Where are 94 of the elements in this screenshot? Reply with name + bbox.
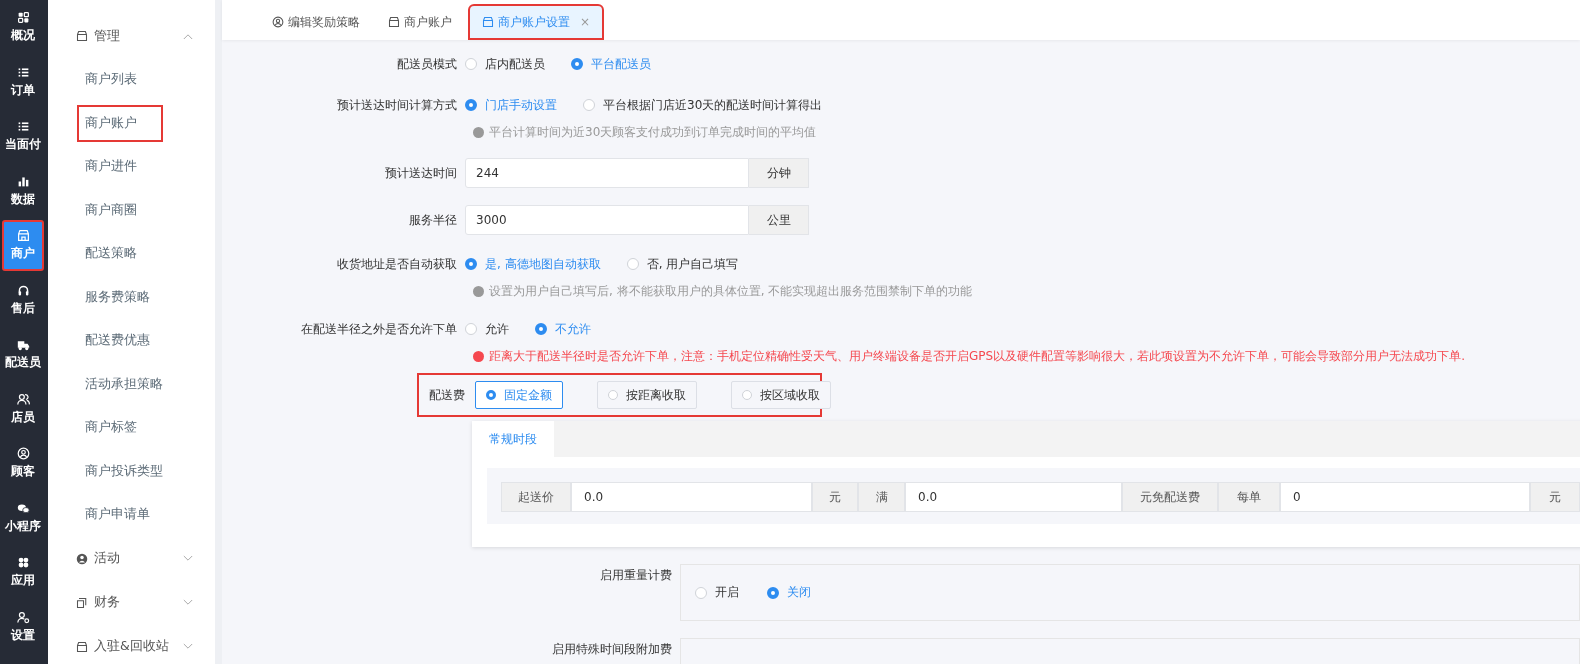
info-icon	[473, 286, 484, 297]
menu-item[interactable]: 商户标签	[77, 409, 145, 447]
menu-item[interactable]: 服务费策略	[77, 278, 158, 316]
field-label: 启用特殊时间段附加费	[551, 641, 673, 658]
menu-item[interactable]: 商户进件	[77, 148, 145, 186]
rail-item[interactable]: 概况	[2, 2, 44, 53]
radio-option[interactable]: 开启	[695, 584, 739, 601]
radio-button[interactable]	[486, 390, 496, 400]
radio-button[interactable]	[767, 586, 779, 599]
addon-label: 满	[858, 482, 905, 512]
menu-item[interactable]: 商户账户	[77, 104, 163, 142]
menu-item[interactable]: 配送费优惠	[77, 322, 158, 360]
bars-icon	[16, 174, 30, 188]
shop-icon	[16, 229, 30, 242]
list-icon	[16, 65, 30, 79]
rail-item[interactable]: 配送员	[2, 329, 44, 380]
rail-item[interactable]: 当面付	[2, 111, 44, 162]
field-label: 预计送达时间计算方式	[336, 96, 458, 114]
shop-icon	[482, 16, 494, 28]
radio-button[interactable]	[465, 258, 477, 270]
radio-option[interactable]: 按区域收取	[731, 381, 831, 409]
rail-item[interactable]: 小程序	[2, 492, 44, 544]
menu-item[interactable]: 活动承担策略	[77, 365, 171, 403]
input-field[interactable]: 244	[465, 158, 749, 188]
hint-text: 平台计算时间为近30天顾客支付成功到订单完成时间的平均值	[489, 124, 817, 141]
radio-option[interactable]: 按距离收取	[597, 381, 697, 409]
addon-label: 元	[812, 482, 858, 512]
chevron-down-icon	[183, 555, 193, 562]
rail-item[interactable]: 数据	[2, 165, 44, 217]
input-field[interactable]: 0	[1280, 482, 1530, 512]
user-icon	[76, 552, 88, 565]
menu-group[interactable]: 活动	[48, 536, 215, 581]
addon-label: 每单	[1218, 482, 1280, 512]
shop-icon	[388, 16, 400, 28]
user-icon	[272, 16, 284, 28]
apps-icon	[16, 556, 30, 569]
radio-option[interactable]: 店内配送员	[465, 55, 545, 73]
field-label: 收货地址是否自动获取	[336, 255, 458, 273]
menu-item[interactable]: 商户申请单	[77, 496, 158, 534]
tab[interactable]: 常规时段	[472, 421, 554, 457]
unit-addon: 公里	[749, 205, 809, 235]
user-icon	[16, 447, 30, 460]
radio-button[interactable]	[465, 99, 477, 111]
menu-item[interactable]: 商户商圈	[77, 191, 145, 229]
grid-icon	[16, 11, 30, 24]
radio-option[interactable]: 固定金额	[475, 381, 563, 409]
addon-label: 元免配送费	[1122, 482, 1218, 512]
radio-option[interactable]: 否, 用户自己填写	[626, 255, 739, 273]
radio-button[interactable]	[535, 323, 547, 335]
input-field[interactable]: 0.0	[571, 482, 812, 512]
list-icon	[16, 120, 30, 133]
radio-button[interactable]	[571, 58, 583, 70]
field-label: 配送员模式	[396, 55, 458, 73]
addon-label: 起送价	[501, 482, 571, 512]
input-field[interactable]: 3000	[465, 205, 749, 235]
radio-option[interactable]: 允许	[465, 320, 509, 338]
radio-option[interactable]: 平台根据门店近30天的配送时间计算得出	[583, 96, 823, 114]
document-icon	[76, 596, 88, 609]
rail-item[interactable]: 售后	[2, 274, 44, 326]
chevron-down-icon	[183, 643, 193, 650]
menu-item[interactable]: 配送策略	[77, 235, 145, 273]
chat-icon	[16, 501, 30, 515]
field-label: 启用重量计费	[599, 567, 673, 584]
usergear-icon	[16, 610, 30, 624]
rail-item[interactable]: 顾客	[2, 438, 44, 489]
field-label: 预计送达时间	[384, 164, 458, 182]
menu-group[interactable]: 入驻&回收站	[48, 624, 215, 664]
menu-item[interactable]: 商户列表	[77, 61, 145, 99]
shop-icon	[76, 30, 88, 42]
hint-text: 设置为用户自己填写后, 将不能获取用户的具体位置, 不能实现超出服务范围禁制下单的功能	[489, 283, 973, 300]
tab[interactable]: 商户账户	[376, 4, 464, 40]
tab[interactable]: 编辑奖励策略	[260, 4, 372, 40]
rail-item[interactable]: 应用	[2, 547, 44, 598]
addon-label: 元	[1530, 482, 1580, 512]
truck-icon	[16, 338, 30, 351]
chevron-down-icon	[183, 599, 193, 606]
field-label: 配送费	[429, 387, 465, 403]
warning-icon	[473, 351, 484, 362]
info-icon	[473, 127, 484, 138]
warning-text: 距离大于配送半径时是否允许下单，注意：手机定位精确性受天气、用户终端设备是否开启GPS以及硬件配置等影响很大，若此项设置为不允许下单，可能会导致部分用户无法成功下单.	[489, 348, 1465, 365]
field-label: 在配送半径之外是否允许下单	[300, 320, 458, 338]
rail-item[interactable]: 订单	[2, 56, 44, 108]
unit-addon: 分钟	[749, 158, 809, 188]
headset-icon	[16, 283, 30, 297]
shop-icon	[76, 640, 88, 653]
rail-item[interactable]: 设置	[2, 601, 44, 653]
rail-item[interactable]: 店员	[2, 383, 44, 435]
field-label: 服务半径	[408, 211, 458, 229]
people-icon	[16, 392, 30, 406]
menu-item[interactable]: 商户投诉类型	[77, 452, 171, 490]
input-field[interactable]: 0.0	[905, 482, 1122, 512]
chevron-up-icon	[183, 32, 193, 40]
menu-group[interactable]: 财务	[48, 580, 215, 625]
menu-group[interactable]: 管理	[48, 14, 215, 58]
